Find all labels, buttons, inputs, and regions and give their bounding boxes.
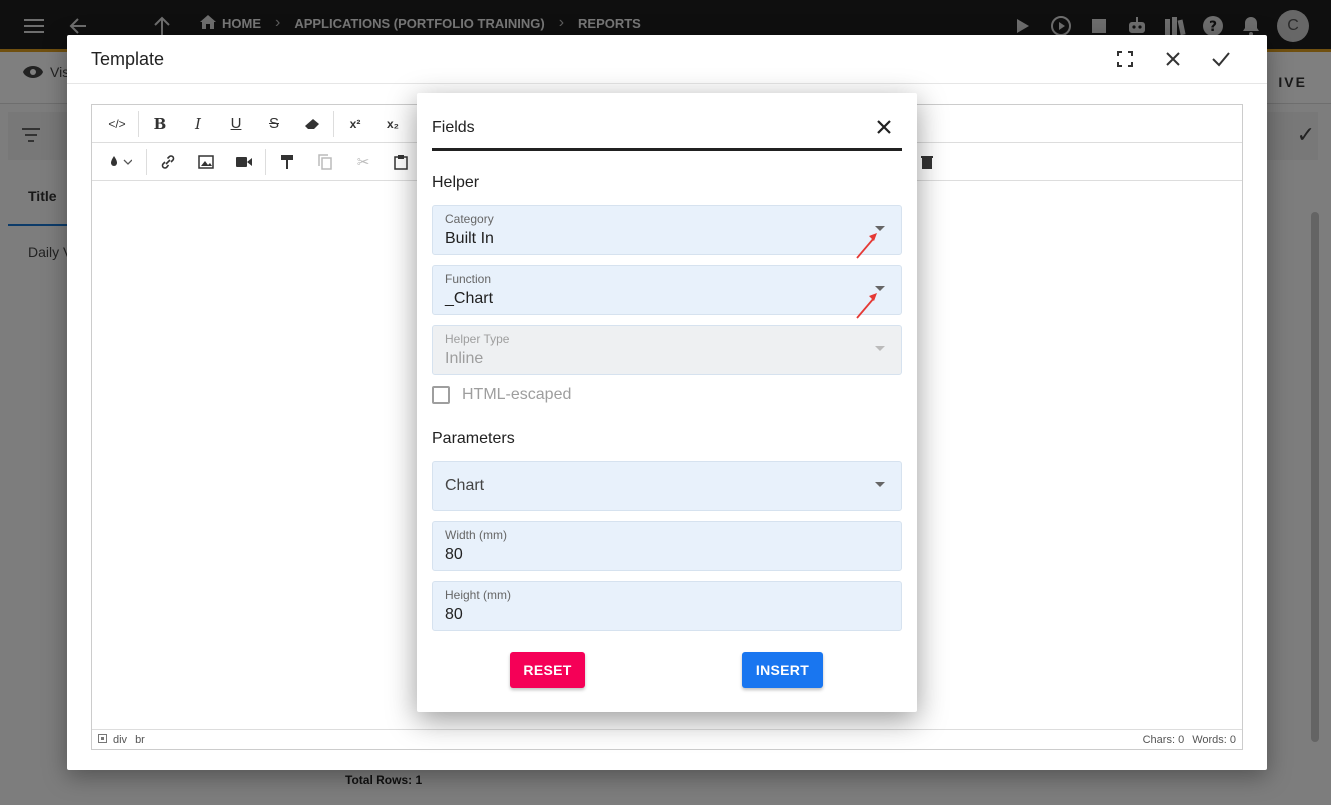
dialog-title: Template: [91, 49, 165, 69]
field-value[interactable]: 80: [445, 606, 463, 624]
image-icon[interactable]: [187, 147, 225, 177]
field-label: Function: [445, 272, 492, 286]
video-icon[interactable]: [225, 147, 263, 177]
annotation-arrow-icon: [856, 233, 877, 259]
path-item[interactable]: br: [135, 734, 145, 746]
parameters-section-title: Parameters: [432, 430, 515, 447]
eraser-icon[interactable]: [293, 109, 331, 139]
fields-dialog: Fields Helper Category Built In Function…: [417, 93, 917, 712]
format-painter-icon[interactable]: [268, 147, 306, 177]
field-value[interactable]: 80: [445, 546, 463, 564]
dialog-title: Fields: [432, 119, 475, 136]
divider: [265, 148, 266, 175]
chart-select[interactable]: Chart: [432, 461, 902, 511]
checkbox-box[interactable]: [432, 386, 450, 404]
reset-button[interactable]: RESET: [510, 652, 585, 688]
annotation-arrow-icon: [856, 293, 877, 319]
subscript-icon[interactable]: x₂: [374, 109, 412, 139]
dialog-actions: [1113, 47, 1233, 71]
checkbox-label: HTML-escaped: [462, 386, 572, 403]
fullscreen-icon[interactable]: [1113, 47, 1137, 71]
italic-icon[interactable]: I: [179, 109, 217, 139]
function-select[interactable]: Function _Chart: [432, 265, 902, 319]
divider: [67, 83, 1267, 84]
divider: [138, 110, 139, 137]
element-path: div br: [113, 734, 145, 746]
close-icon[interactable]: [1161, 47, 1185, 71]
divider: [146, 148, 147, 175]
code-view-icon[interactable]: </>: [98, 109, 136, 139]
cut-icon[interactable]: ✂: [344, 147, 382, 177]
field-value: Built In: [445, 230, 494, 247]
dropdown-caret-icon[interactable]: [875, 482, 885, 487]
editor-counts: Chars: 0 Words: 0: [1143, 734, 1236, 746]
helper-section-title: Helper: [432, 174, 480, 191]
field-value: _Chart: [445, 290, 494, 307]
html-escaped-checkbox[interactable]: HTML-escaped: [432, 386, 571, 404]
paste-icon[interactable]: [382, 147, 420, 177]
close-icon[interactable]: [872, 115, 896, 139]
superscript-icon[interactable]: x²: [336, 109, 374, 139]
char-count: Chars: 0: [1142, 733, 1185, 746]
dropdown-caret-icon: [875, 346, 885, 351]
field-label: Height (mm): [445, 588, 512, 602]
strikethrough-icon[interactable]: S: [255, 109, 293, 139]
editor-statusbar: div br Chars: 0 Words: 0: [92, 729, 1242, 749]
field-label: Category: [445, 212, 494, 226]
height-input[interactable]: Height (mm) 80: [432, 581, 902, 631]
category-select[interactable]: Category Built In: [432, 205, 902, 259]
bold-icon[interactable]: B: [141, 109, 179, 139]
insert-button[interactable]: INSERT: [742, 652, 823, 688]
copy-icon[interactable]: [306, 147, 344, 177]
divider: [333, 110, 334, 137]
helper-type-select: Helper Type Inline: [432, 325, 902, 375]
fields-dialog-header: Fields: [432, 93, 902, 151]
underline-icon[interactable]: U: [217, 109, 255, 139]
field-value: Inline: [445, 350, 484, 367]
path-item[interactable]: div: [113, 734, 127, 746]
field-label: Helper Type: [445, 332, 510, 346]
resize-grip-icon[interactable]: [98, 733, 107, 746]
check-icon[interactable]: [1209, 47, 1233, 71]
field-label: Width (mm): [445, 528, 507, 542]
width-input[interactable]: Width (mm) 80: [432, 521, 902, 571]
word-count: Words: 0: [1192, 733, 1236, 746]
color-drop-icon[interactable]: [98, 147, 144, 177]
link-icon[interactable]: [149, 147, 187, 177]
field-value: Chart: [445, 477, 485, 494]
